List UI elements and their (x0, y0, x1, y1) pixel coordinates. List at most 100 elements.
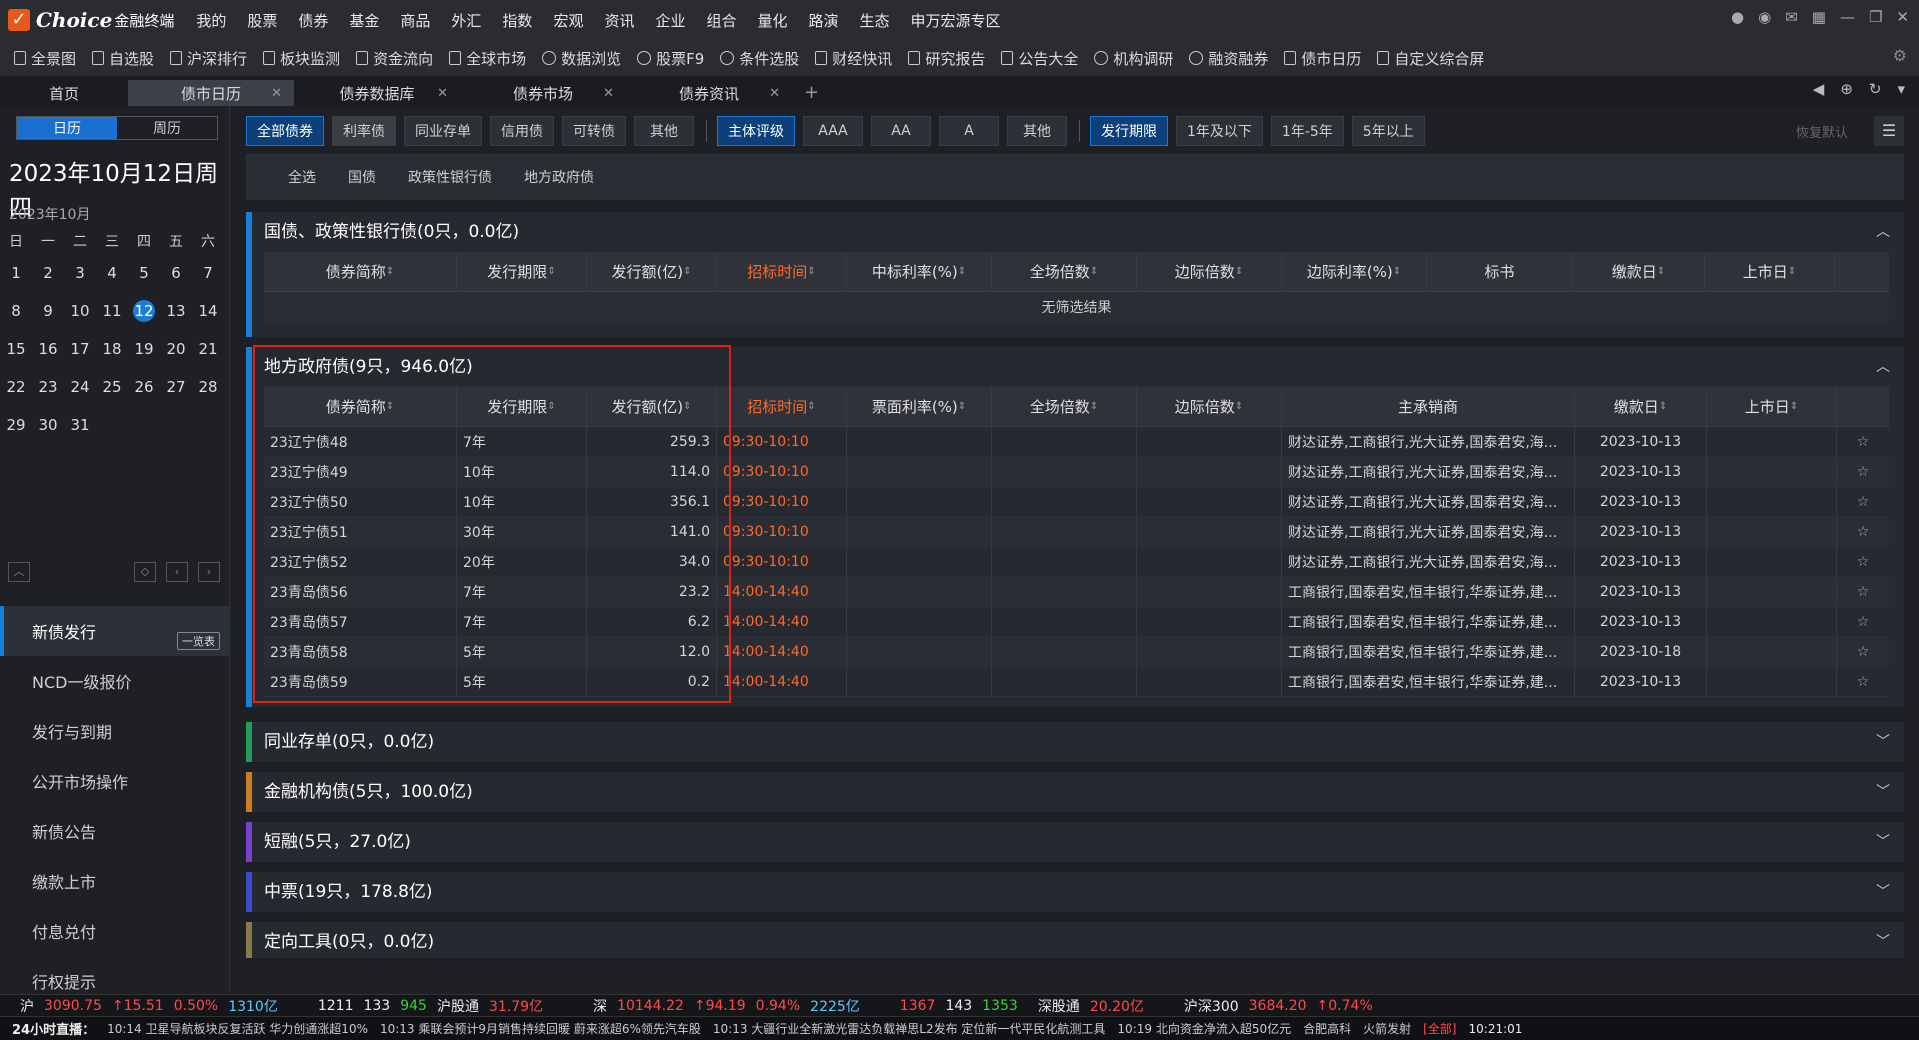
column-header[interactable]: 发行额(亿) ⇕ (587, 252, 717, 291)
collapsed-section[interactable]: 短融(5只，27.0亿) ﹀ (246, 822, 1904, 862)
menu-item[interactable]: 组合 (706, 10, 736, 31)
add-tab-icon[interactable]: + (804, 80, 819, 106)
toolbar-item[interactable]: 沪深排行 (170, 48, 247, 69)
chat-icon[interactable]: ● (1731, 8, 1744, 26)
sort-icon[interactable]: ⇕ (958, 266, 966, 277)
column-header[interactable]: 票面利率(%) ⇕ (847, 387, 992, 426)
view-week-button[interactable]: 周历 (117, 117, 217, 139)
menu-item[interactable]: 量化 (758, 10, 788, 31)
toolbar-item[interactable]: 股票F9 (637, 48, 704, 69)
filter-g3-0[interactable]: 发行期限 (1090, 116, 1168, 146)
expand-chevron-icon[interactable]: ﹀ (1876, 822, 1890, 862)
menu-item[interactable]: 企业 (655, 10, 685, 31)
overview-badge[interactable]: 一览表 (177, 632, 220, 650)
calendar-day[interactable]: 13 (160, 302, 192, 320)
news-item[interactable]: 10:14 卫星导航板块反复活跃 华力创通涨超10% (107, 1020, 368, 1037)
toolbar-item[interactable]: 资金流向 (356, 48, 433, 69)
column-header[interactable]: 招标时间 ⇕ (717, 387, 847, 426)
filter-g3-2[interactable]: 1年-5年 (1270, 116, 1344, 146)
toolbar-item[interactable]: 公告大全 (1001, 48, 1078, 69)
favorite-star-icon[interactable]: ☆ (1837, 577, 1889, 606)
minimize-icon[interactable]: — (1840, 8, 1855, 26)
calendar-day[interactable]: 12 (128, 300, 160, 322)
nav-item[interactable]: 新债发行 一览表 (0, 606, 230, 656)
calendar-day[interactable]: 21 (192, 340, 224, 358)
filter-g2-3[interactable]: A (939, 116, 999, 146)
filter-g1-3[interactable]: 信用债 (490, 116, 554, 146)
favorite-star-icon[interactable]: ☆ (1837, 637, 1889, 666)
filter-g2-2[interactable]: AA (871, 116, 931, 146)
tab-3[interactable]: 债券资讯 ✕ (626, 80, 792, 106)
calendar-day[interactable]: 15 (0, 340, 32, 358)
sort-icon[interactable]: ⇕ (1659, 401, 1667, 412)
column-header[interactable]: 边际倍数 ⇕ (1137, 252, 1282, 291)
collapse-chevron-icon[interactable]: ︿ (1876, 347, 1890, 387)
subfilter-2[interactable]: 政策性银行债 (408, 167, 492, 187)
back-arrow-icon[interactable]: ◀ (1813, 80, 1825, 98)
collapse-up-icon[interactable]: ︿ (8, 562, 30, 582)
menu-item[interactable]: 生态 (860, 10, 890, 31)
nav-item[interactable]: 发行与到期 (0, 706, 230, 756)
tab-1[interactable]: 债券数据库 ✕ (294, 80, 460, 106)
calendar-day[interactable]: 9 (32, 302, 64, 320)
toolbar-item[interactable]: 自选股 (92, 48, 154, 69)
menu-item[interactable]: 宏观 (553, 10, 583, 31)
column-header[interactable]: 标书 (1427, 252, 1573, 291)
news-item[interactable]: 合肥高科 (1303, 1020, 1351, 1037)
nav-item[interactable]: 公开市场操作 (0, 756, 230, 806)
sort-icon[interactable]: ⇕ (386, 266, 394, 277)
sort-icon[interactable]: ⇕ (1788, 266, 1796, 277)
tab-2[interactable]: 债券市场 ✕ (460, 80, 626, 106)
menu-item[interactable]: 外汇 (451, 10, 481, 31)
calendar-day[interactable]: 25 (96, 378, 128, 396)
filter-g1-0[interactable]: 全部债券 (246, 116, 324, 146)
expand-chevron-icon[interactable]: ﹀ (1876, 922, 1890, 962)
news-item[interactable]: 火箭发射 (1363, 1020, 1411, 1037)
toolbar-item[interactable]: 全球市场 (449, 48, 526, 69)
tab-close-icon[interactable]: ✕ (769, 86, 780, 101)
filter-g1-4[interactable]: 可转债 (562, 116, 626, 146)
column-header[interactable]: 发行期限 ⇕ (457, 252, 587, 291)
subfilter-0[interactable]: 全选 (288, 167, 316, 187)
expand-chevron-icon[interactable]: ﹀ (1876, 872, 1890, 912)
calendar-day[interactable]: 5 (128, 264, 160, 282)
calendar-day[interactable]: 2 (32, 264, 64, 282)
filter-g1-2[interactable]: 同业存单 (404, 116, 482, 146)
collapse-chevron-icon[interactable]: ︿ (1876, 212, 1890, 252)
column-header[interactable]: 全场倍数 ⇕ (992, 387, 1137, 426)
calendar-day[interactable]: 18 (96, 340, 128, 358)
toolbar-item[interactable]: 自定义综合屏 (1377, 48, 1484, 69)
menu-item[interactable]: 我的 (196, 10, 226, 31)
calendar-day[interactable]: 26 (128, 378, 160, 396)
toolbar-item[interactable]: 全景图 (14, 48, 76, 69)
tab-0[interactable]: 债市日历 ✕ (128, 80, 294, 106)
menu-item[interactable]: 资讯 (604, 10, 634, 31)
prev-month-icon[interactable]: ‹ (166, 562, 188, 582)
filter-g2-4[interactable]: 其他 (1007, 116, 1067, 146)
calendar-day[interactable]: 3 (64, 264, 96, 282)
menu-item[interactable]: 商品 (400, 10, 430, 31)
collapsed-section[interactable]: 定向工具(0只，0.0亿) ﹀ (246, 922, 1904, 958)
calendar-day[interactable]: 28 (192, 378, 224, 396)
sort-icon[interactable]: ⇕ (683, 266, 691, 277)
favorite-star-icon[interactable]: ☆ (1837, 487, 1889, 516)
calendar-day[interactable]: 23 (32, 378, 64, 396)
toolbar-item[interactable]: 债市日历 (1284, 48, 1361, 69)
calendar-day[interactable]: 14 (192, 302, 224, 320)
sort-icon[interactable]: ⇕ (807, 401, 815, 412)
calendar-day[interactable]: 11 (96, 302, 128, 320)
sort-icon[interactable]: ⇕ (807, 266, 815, 277)
filter-g2-0[interactable]: 主体评级 (717, 116, 795, 146)
calendar-day[interactable]: 19 (128, 340, 160, 358)
toolbar-item[interactable]: 财经快讯 (815, 48, 892, 69)
menu-item[interactable]: 申万宏源专区 (911, 10, 1001, 31)
tab-close-icon[interactable]: ✕ (603, 86, 614, 101)
column-header[interactable]: 上市日 ⇕ (1705, 252, 1835, 291)
menu-item[interactable]: 股票 (247, 10, 277, 31)
column-header[interactable]: 债券简称 ⇕ (264, 252, 457, 291)
favorite-star-icon[interactable]: ☆ (1837, 607, 1889, 636)
news-item[interactable]: 10:13 乘联会预计9月销售持续回暖 蔚来涨超6%领先汽车股 (380, 1020, 701, 1037)
expand-chevron-icon[interactable]: ﹀ (1876, 722, 1890, 762)
sort-icon[interactable]: ⇕ (1235, 401, 1243, 412)
toolbar-item[interactable]: 融资融券 (1189, 48, 1268, 69)
